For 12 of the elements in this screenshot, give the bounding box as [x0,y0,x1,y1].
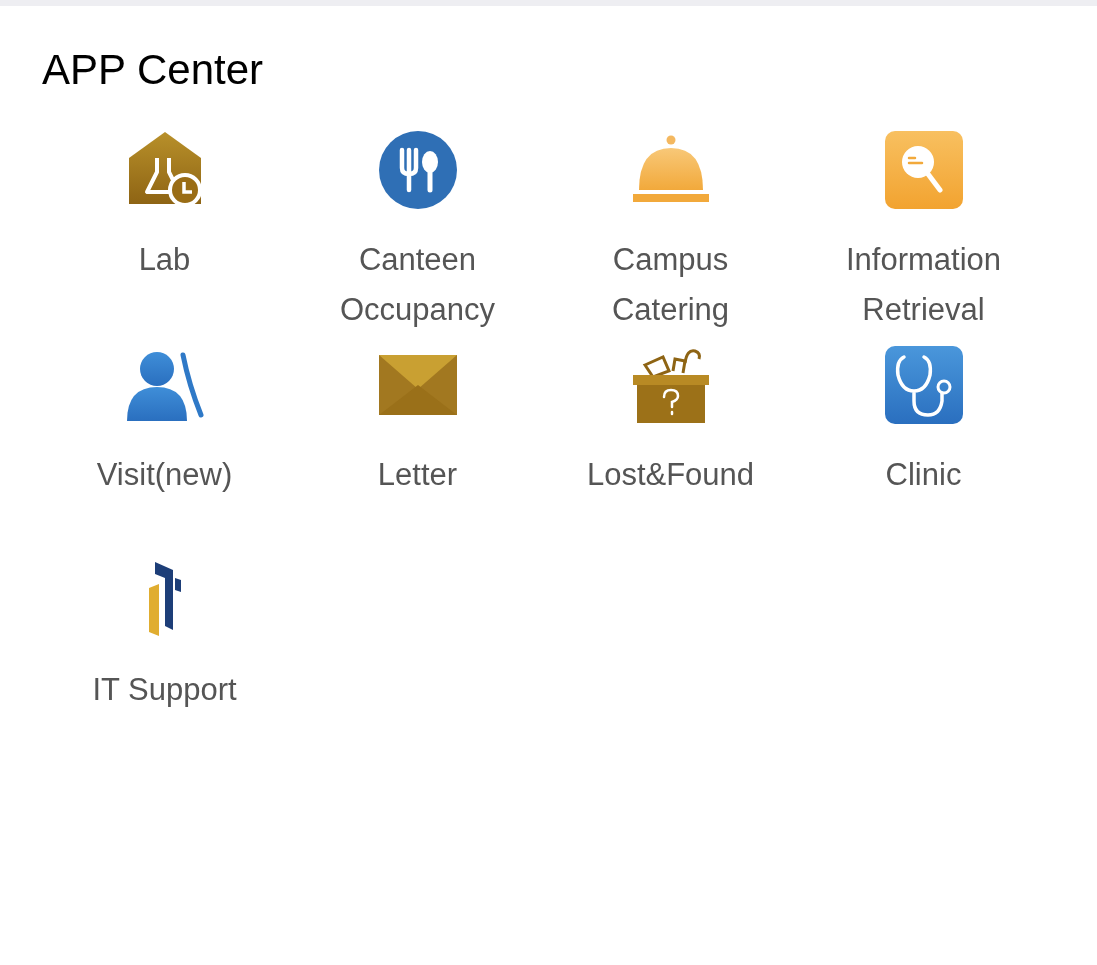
app-label[interactable]: Campus Catering [550,235,791,335]
app-label[interactable]: Letter [377,450,458,500]
page-title: APP Center [42,46,264,94]
app-label[interactable]: Lost&Found [586,450,755,500]
fork-spoon-icon[interactable] [377,130,458,210]
app-label[interactable]: Canteen Occupancy [297,235,538,335]
app-label[interactable]: Clinic [885,450,962,500]
app-label[interactable]: Lab [138,235,191,285]
app-label[interactable]: IT Support [92,665,237,715]
app-label[interactable]: Visit(new) [96,450,233,500]
stethoscope-icon[interactable] [883,345,964,425]
app-label[interactable]: Information Retrieval [803,235,1044,335]
